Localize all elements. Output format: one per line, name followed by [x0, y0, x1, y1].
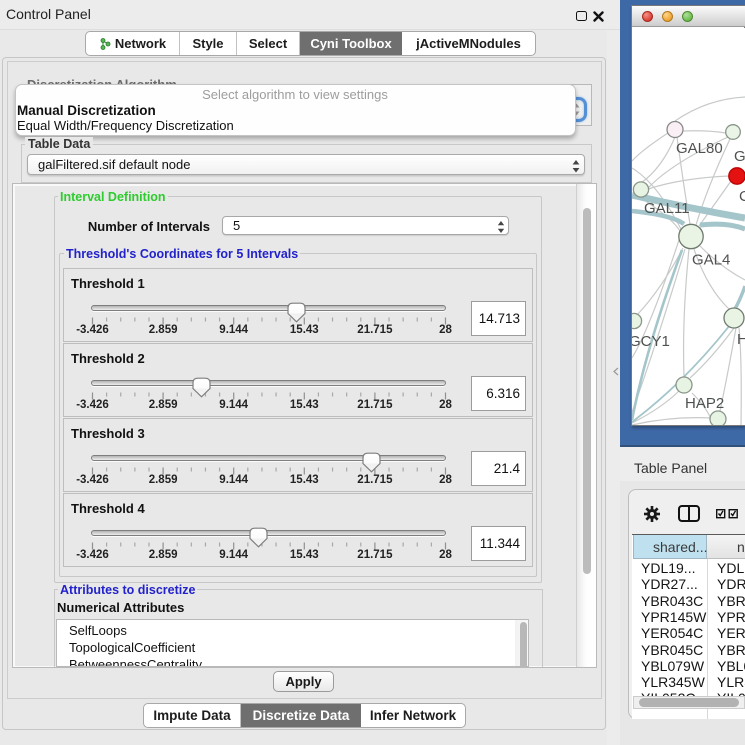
svg-text:GA: GA — [734, 148, 745, 165]
svg-text:C: C — [739, 188, 745, 205]
svg-text:GAL11: GAL11 — [644, 200, 690, 217]
svg-text:H: H — [737, 331, 745, 348]
svg-text:GCY1: GCY1 — [632, 333, 670, 350]
svg-text:GAL80: GAL80 — [676, 140, 723, 157]
svg-text:GAL4: GAL4 — [692, 252, 730, 269]
svg-text:HAP2: HAP2 — [685, 395, 724, 412]
